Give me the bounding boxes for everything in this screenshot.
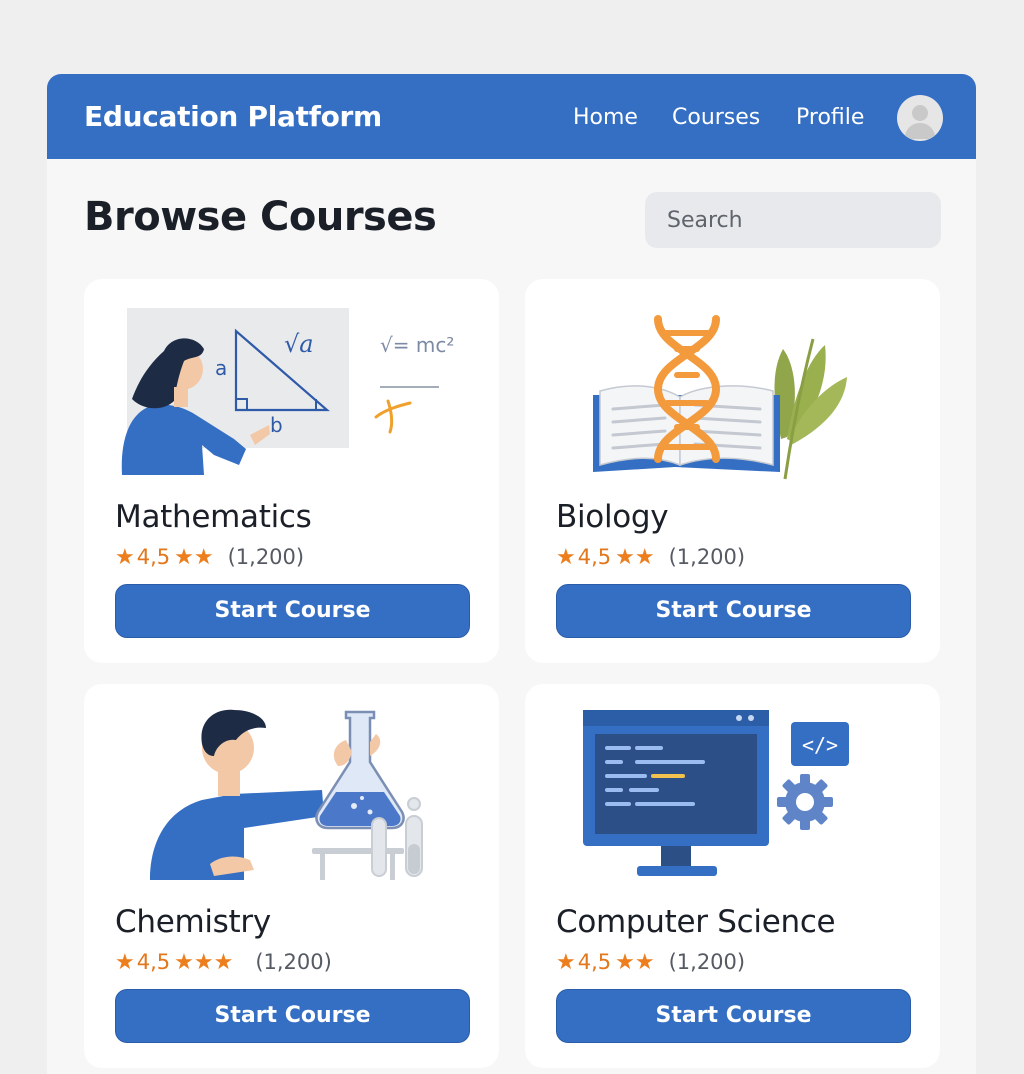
- star-icon: ★★: [615, 950, 655, 975]
- star-icon: ★: [556, 950, 576, 975]
- rating-value: 4,5: [577, 950, 612, 974]
- sqrt-a-text: √a: [284, 330, 314, 358]
- course-card-biology: Biology ★4,5 ★★ (1,200) Start Course: [525, 279, 940, 663]
- rating-count: (1,200): [668, 545, 746, 569]
- math-illustration: a b √a √= mc²: [121, 308, 454, 475]
- top-navigation-bar: Education Platform Home Courses Profile: [47, 74, 976, 159]
- page-title: Browse Courses: [84, 194, 437, 240]
- code-tag-icon: </>: [802, 733, 838, 757]
- start-course-button[interactable]: Start Course: [556, 584, 911, 638]
- rating-count: (1,200): [255, 950, 332, 974]
- nav-home[interactable]: Home: [573, 105, 638, 130]
- start-course-button[interactable]: Start Course: [115, 584, 470, 638]
- star-icon: ★★: [174, 545, 214, 570]
- nav-courses[interactable]: Courses: [672, 105, 760, 130]
- start-course-button[interactable]: Start Course: [115, 989, 470, 1043]
- rating-count: (1,200): [668, 950, 746, 974]
- brand-title[interactable]: Education Platform: [84, 100, 382, 133]
- user-avatar[interactable]: [897, 95, 943, 141]
- star-icon: ★★: [615, 545, 655, 570]
- dna-book-illustration: [593, 315, 847, 480]
- course-rating: ★4,5 ★★ (1,200): [115, 545, 304, 570]
- search-input[interactable]: [645, 192, 941, 248]
- course-rating: ★4,5 ★★ (1,200): [556, 545, 745, 570]
- rating-value: 4,5: [136, 545, 171, 569]
- course-title: Chemistry: [115, 904, 271, 940]
- course-card-chemistry: Chemistry ★4,5 ★★★ (1,200) Start Course: [84, 684, 499, 1068]
- app-window: Education Platform Home Courses Profile …: [47, 74, 976, 1074]
- side-a-label: a: [215, 356, 227, 380]
- course-rating: ★4,5 ★★ (1,200): [556, 950, 745, 975]
- rating-value: 4,5: [577, 545, 612, 569]
- course-card-mathematics: a b √a √= mc² Mathematics ★4,5 ★★ (1,200) …: [84, 279, 499, 663]
- start-course-button[interactable]: Start Course: [556, 989, 911, 1043]
- gear-icon: [777, 774, 833, 830]
- course-title: Computer Science: [556, 904, 836, 940]
- star-icon: ★: [115, 950, 135, 975]
- course-title: Mathematics: [115, 499, 312, 535]
- computer-code-illustration: </>: [583, 710, 849, 876]
- course-rating: ★4,5 ★★★ (1,200): [115, 950, 332, 975]
- flask-illustration: [150, 709, 423, 880]
- avatar-person-icon: [904, 105, 936, 139]
- nav-profile[interactable]: Profile: [796, 105, 864, 130]
- course-card-computer-science: </> Computer Science ★4,5 ★★ (1,200) Start…: [525, 684, 940, 1068]
- rating-count: (1,200): [227, 545, 305, 569]
- star-icon: ★★★: [174, 950, 234, 975]
- rating-value: 4,5: [136, 950, 171, 974]
- star-icon: ★: [556, 545, 576, 570]
- formula-text: √= mc²: [380, 333, 454, 357]
- course-title: Biology: [556, 499, 669, 535]
- star-icon: ★: [115, 545, 135, 570]
- side-b-label: b: [270, 413, 283, 437]
